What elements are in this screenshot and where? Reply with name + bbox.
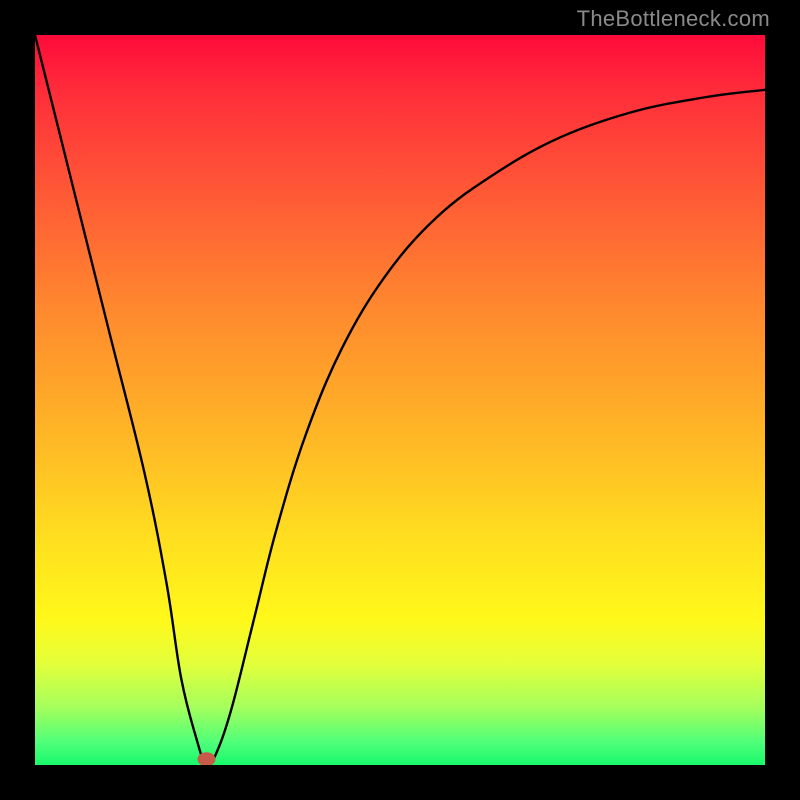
chart-frame: TheBottleneck.com xyxy=(0,0,800,800)
plot-area xyxy=(35,35,765,765)
bottleneck-curve xyxy=(35,35,765,765)
watermark-text: TheBottleneck.com xyxy=(577,6,770,32)
chart-svg xyxy=(35,35,765,765)
